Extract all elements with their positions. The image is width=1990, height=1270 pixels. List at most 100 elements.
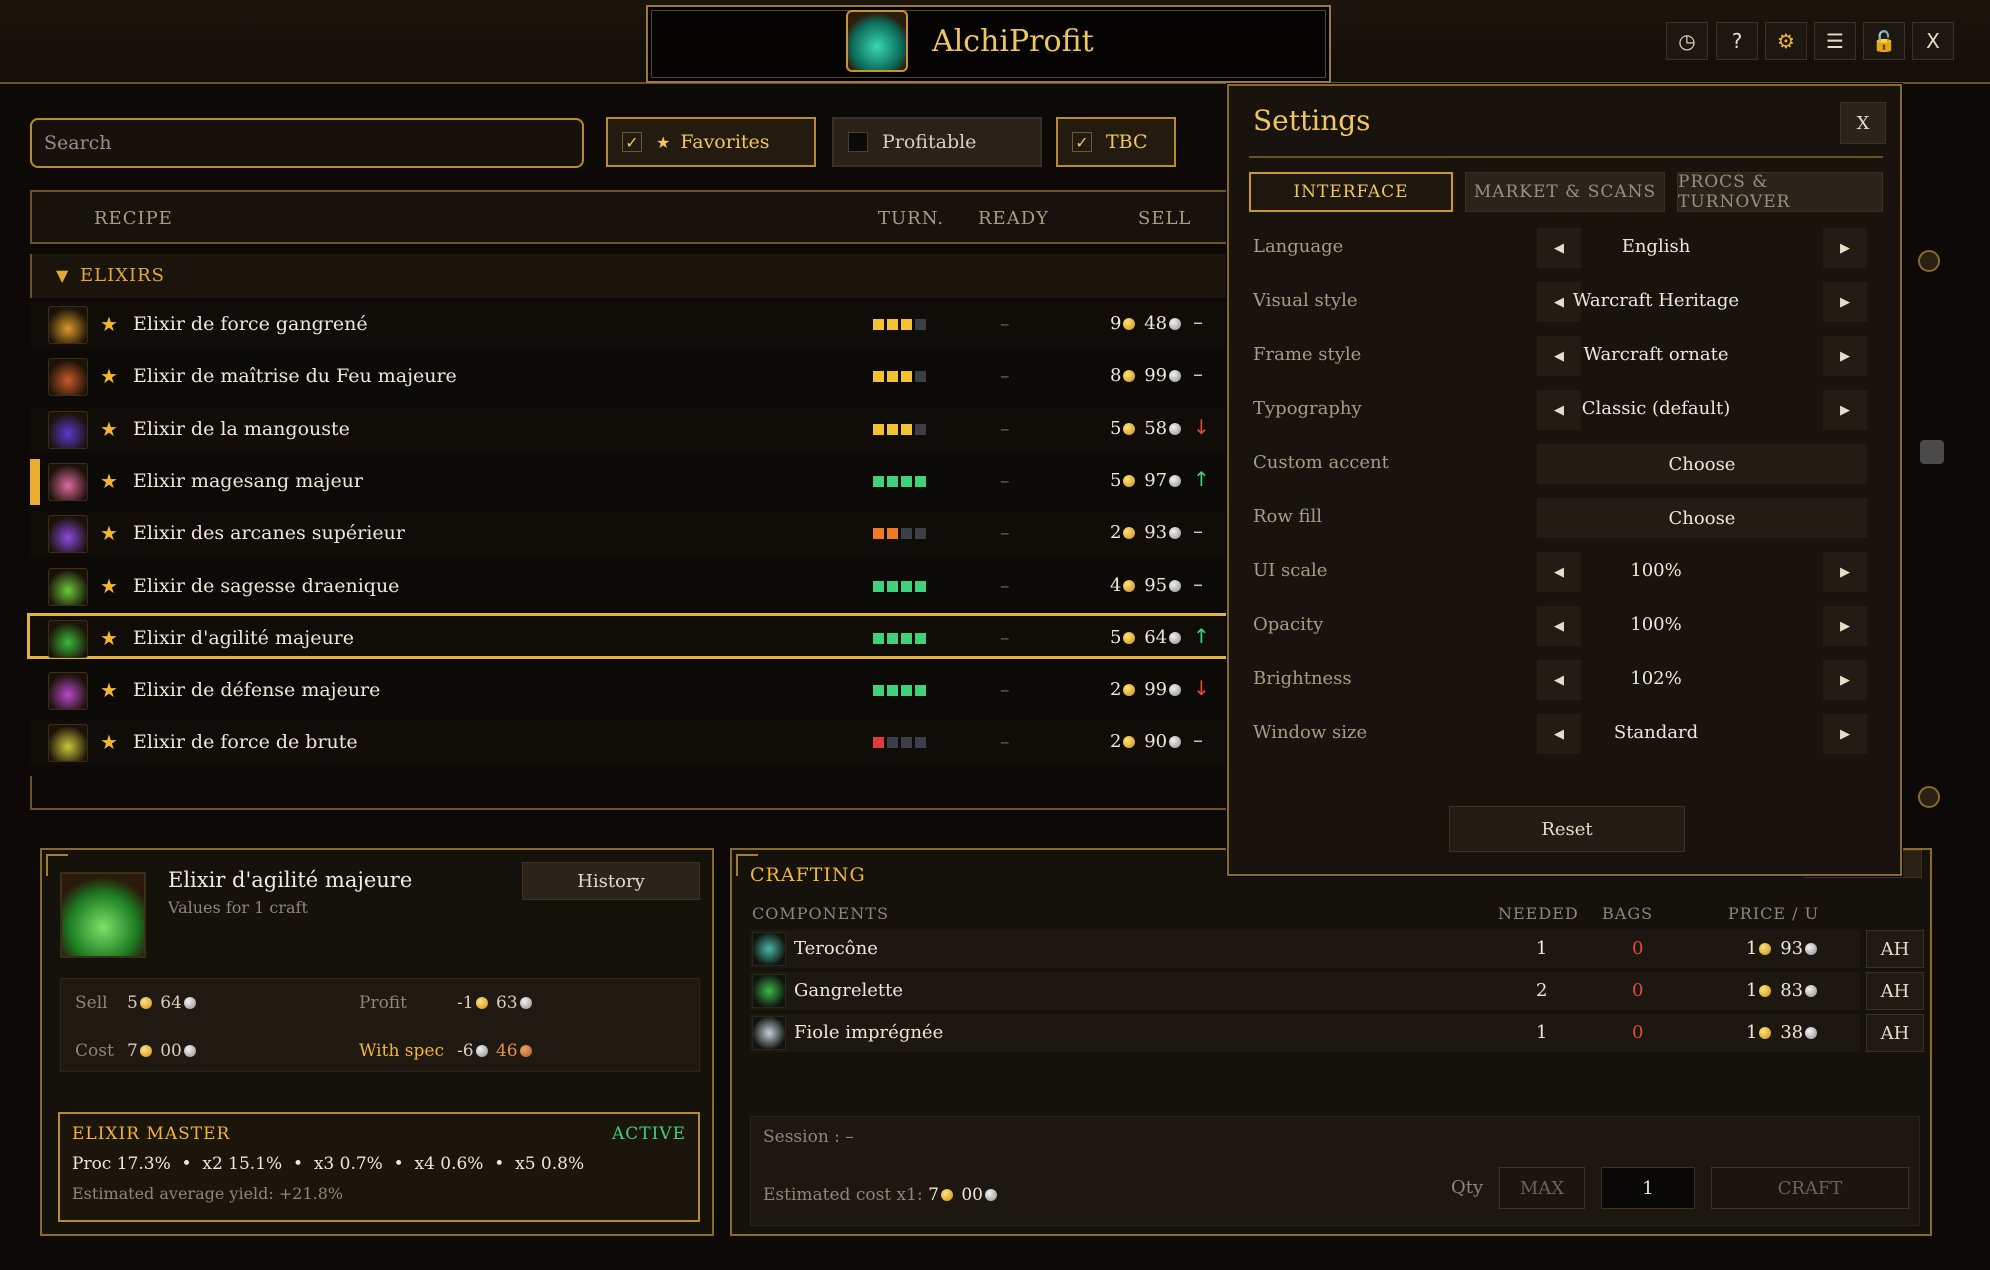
session-label: Session : – xyxy=(763,1127,854,1147)
tab-market-scans[interactable]: MARKET & SCANS xyxy=(1465,172,1665,212)
history-button[interactable]: History xyxy=(522,862,700,900)
setting-value: 102% xyxy=(1630,668,1682,689)
turnover-bar xyxy=(887,580,898,592)
craft-button[interactable]: CRAFT xyxy=(1711,1167,1909,1209)
favorite-star-icon[interactable]: ★ xyxy=(100,678,118,702)
check-icon: ✓ xyxy=(1072,132,1092,152)
tbc-filter[interactable]: ✓ TBC xyxy=(1056,117,1176,167)
table-row[interactable]: ★ Elixir de force gangrené –9 48– xyxy=(30,302,1230,348)
turnover-bar xyxy=(901,528,912,540)
arrow-right-icon[interactable]: ▶ xyxy=(1823,552,1867,592)
turnover-bar xyxy=(915,528,926,540)
favorite-star-icon[interactable]: ★ xyxy=(100,469,118,493)
component-icon xyxy=(752,1016,786,1050)
turnover-bar xyxy=(887,737,898,749)
table-row[interactable]: ★ Elixir d'agilité majeure – 5 64 ↑ xyxy=(27,612,1233,659)
turnover-bar xyxy=(915,685,926,697)
tab-procs-turnover[interactable]: PROCS & TURNOVER xyxy=(1677,172,1883,212)
arrow-right-icon[interactable]: ▶ xyxy=(1823,660,1867,700)
search-input[interactable]: Search xyxy=(30,118,584,168)
favorite-star-icon[interactable]: ★ xyxy=(100,312,118,336)
favorite-star-icon[interactable]: ★ xyxy=(100,417,118,441)
table-row[interactable]: ★ Elixir des arcanes supérieur –2 93– xyxy=(30,511,1230,558)
recipe-name: Elixir d'agilité majeure xyxy=(133,626,355,649)
tab-interface[interactable]: INTERFACE xyxy=(1249,172,1453,212)
gear-icon[interactable]: ⚙ xyxy=(1765,22,1807,60)
clock-icon[interactable]: ◷ xyxy=(1666,22,1708,60)
choose-button[interactable]: Choose xyxy=(1537,444,1867,484)
header-sell[interactable]: SELL xyxy=(1138,208,1191,229)
ready-value: – xyxy=(1000,574,1010,597)
settings-close-button[interactable]: X xyxy=(1840,102,1886,144)
close-app-button[interactable]: X xyxy=(1912,22,1954,60)
arrow-right-icon[interactable]: ▶ xyxy=(1823,228,1867,268)
trend-icon: ↑ xyxy=(1193,466,1210,491)
estimated-cost: Estimated cost x1: 7 00 xyxy=(763,1185,1000,1205)
turnover-bar xyxy=(873,685,884,697)
max-button[interactable]: MAX xyxy=(1499,1167,1585,1209)
recipe-name: Elixir de sagesse draenique xyxy=(133,574,400,597)
table-row[interactable]: ★ Elixir de la mangouste – 5 58 ↓ xyxy=(30,406,1230,453)
arrow-right-icon[interactable]: ▶ xyxy=(1823,336,1867,376)
table-footer xyxy=(30,776,1230,810)
favorite-star-icon[interactable]: ★ xyxy=(100,521,118,545)
mastery-title: ELIXIR MASTER xyxy=(72,1124,231,1144)
ready-value: – xyxy=(1000,731,1010,754)
quantity-input[interactable]: 1 xyxy=(1601,1167,1695,1209)
scrollbar-thumb[interactable] xyxy=(1920,440,1944,464)
turnover-bar xyxy=(901,475,912,487)
table-row[interactable]: ★ Elixir de défense majeure – 2 99 ↓ xyxy=(30,668,1230,715)
ah-button[interactable]: AH xyxy=(1866,1014,1924,1052)
turnover-bar xyxy=(915,580,926,592)
recipe-name: Elixir de maîtrise du Feu majeure xyxy=(133,365,457,388)
favorites-filter[interactable]: ✓ ★ Favorites xyxy=(606,117,816,167)
choose-button[interactable]: Choose xyxy=(1537,498,1867,538)
setting-value: Classic (default) xyxy=(1581,398,1731,419)
arrow-right-icon[interactable]: ▶ xyxy=(1823,390,1867,430)
arrow-right-icon[interactable]: ▶ xyxy=(1823,606,1867,646)
sell-price: 2 90 xyxy=(1110,731,1184,752)
setting-row: Typography ◀ Classic (default) ▶ xyxy=(1253,388,1868,430)
header-recipe[interactable]: RECIPE xyxy=(94,208,173,229)
sell-price: 2 99 xyxy=(1110,679,1184,700)
reset-button[interactable]: Reset xyxy=(1449,806,1685,852)
ready-value: – xyxy=(1000,626,1010,649)
favorite-star-icon[interactable]: ★ xyxy=(100,364,118,388)
elixir-icon xyxy=(60,872,146,958)
turnover-bar xyxy=(873,580,884,592)
notes-icon[interactable]: ☰ xyxy=(1814,22,1856,60)
sell-price: 4 95 xyxy=(1110,575,1184,596)
favorite-star-icon[interactable]: ★ xyxy=(100,626,118,650)
settings-panel: Settings X INTERFACE MARKET & SCANS PROC… xyxy=(1227,84,1902,876)
ah-button[interactable]: AH xyxy=(1866,930,1924,968)
turnover-bar xyxy=(887,423,898,435)
chevron-down-icon: ▼ xyxy=(56,266,70,285)
ready-value: – xyxy=(1000,365,1010,388)
ah-button[interactable]: AH xyxy=(1866,972,1924,1010)
group-elixirs[interactable]: ▼ ELIXIRS xyxy=(30,254,1230,298)
favorite-star-icon[interactable]: ★ xyxy=(100,730,118,754)
component-price: 1 83 xyxy=(1746,980,1820,1001)
table-row[interactable]: ★ Elixir de sagesse draenique –4 95– xyxy=(30,563,1230,610)
arrow-right-icon[interactable]: ▶ xyxy=(1823,282,1867,322)
turnover-indicator xyxy=(873,685,926,697)
help-icon[interactable]: ? xyxy=(1716,22,1758,60)
profitable-filter[interactable]: Profitable xyxy=(832,117,1042,167)
table-row[interactable]: ★ Elixir magesang majeur – 5 97 ↑ xyxy=(30,458,1230,505)
favorite-star-icon[interactable]: ★ xyxy=(100,574,118,598)
header-bags: BAGS xyxy=(1602,904,1654,923)
lock-icon[interactable]: 🔓 xyxy=(1863,22,1905,60)
stats-box: Sell 5 64 Profit -1 63 Cost 7 00 With sp… xyxy=(60,978,700,1072)
table-row[interactable]: ★ Elixir de force de brute –2 90– xyxy=(30,720,1230,767)
sell-price: 5 58 xyxy=(1110,418,1184,439)
table-row[interactable]: ★ Elixir de maîtrise du Feu majeure –8 99– xyxy=(30,354,1230,401)
turnover-indicator xyxy=(873,737,926,749)
setting-row: Window size ◀ Standard ▶ xyxy=(1253,712,1868,754)
trend-icon: – xyxy=(1193,728,1203,753)
header-ready[interactable]: READY xyxy=(978,208,1049,229)
arrow-right-icon[interactable]: ▶ xyxy=(1823,714,1867,754)
recipe-name: Elixir de défense majeure xyxy=(133,679,381,702)
setting-row: Brightness ◀ 102% ▶ xyxy=(1253,658,1868,700)
header-needed: NEEDED xyxy=(1498,904,1579,923)
header-turnover[interactable]: TURN. xyxy=(878,208,944,229)
